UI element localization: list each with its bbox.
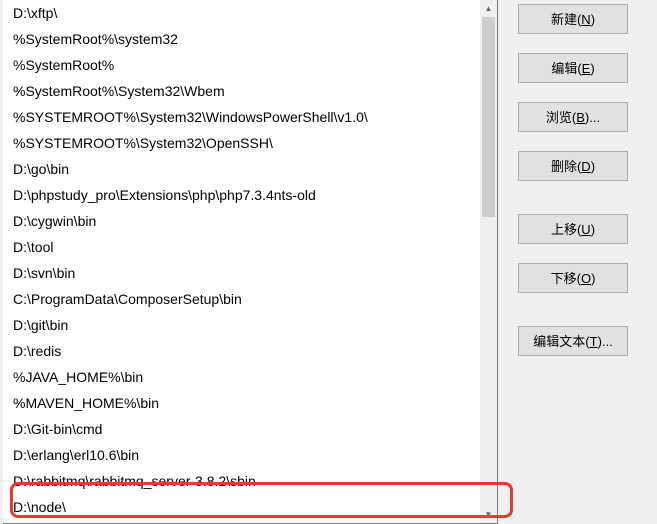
move-down-button[interactable]: 下移(O) [518, 263, 628, 293]
path-list-item[interactable]: D:\git\bin [3, 312, 480, 338]
scroll-up-button[interactable]: ▲ [480, 0, 497, 17]
path-list-item[interactable]: %SystemRoot% [3, 52, 480, 78]
path-list-item[interactable]: D:\xftp\ [3, 0, 480, 26]
vertical-scrollbar[interactable]: ▲ ▼ [480, 0, 497, 523]
path-list-item[interactable]: %SYSTEMROOT%\System32\OpenSSH\ [3, 130, 480, 156]
scroll-thumb[interactable] [482, 17, 495, 217]
path-list-item[interactable]: %SystemRoot%\System32\Wbem [3, 78, 480, 104]
move-up-button[interactable]: 上移(U) [518, 214, 628, 244]
path-list-item[interactable]: D:\cygwin\bin [3, 208, 480, 234]
path-list-item[interactable]: D:\tool [3, 234, 480, 260]
button-panel: 新建(N) 编辑(E) 浏览(B)... 删除(D) 上移(U) 下移(O) 编… [498, 0, 657, 524]
browse-button[interactable]: 浏览(B)... [518, 102, 628, 132]
edit-button[interactable]: 编辑(E) [518, 53, 628, 83]
scroll-down-button[interactable]: ▼ [480, 506, 497, 523]
path-list-item[interactable]: D:\data\swoole_4.5.0-alpha_05933c46_x86-… [3, 520, 480, 523]
edit-text-button[interactable]: 编辑文本(T)... [518, 326, 628, 356]
path-list-item[interactable]: D:\go\bin [3, 156, 480, 182]
path-listbox[interactable]: D:\xftp\%SystemRoot%\system32%SystemRoot… [3, 0, 498, 524]
path-list-item[interactable]: D:\svn\bin [3, 260, 480, 286]
path-list-item[interactable]: D:\phpstudy_pro\Extensions\php\php7.3.4n… [3, 182, 480, 208]
path-list-item[interactable]: C:\ProgramData\ComposerSetup\bin [3, 286, 480, 312]
path-list-item[interactable]: D:\node\ [3, 494, 480, 520]
path-list-item[interactable]: %JAVA_HOME%\bin [3, 364, 480, 390]
path-list-item[interactable]: %SystemRoot%\system32 [3, 26, 480, 52]
new-button[interactable]: 新建(N) [518, 4, 628, 34]
path-list-item[interactable]: D:\erlang\erl10.6\bin [3, 442, 480, 468]
delete-button[interactable]: 删除(D) [518, 151, 628, 181]
path-list-item[interactable]: D:\rabbitmq\rabbitmq_server-3.8.2\sbin [3, 468, 480, 494]
path-list-item[interactable]: D:\redis [3, 338, 480, 364]
path-list-item[interactable]: %SYSTEMROOT%\System32\WindowsPowerShell\… [3, 104, 480, 130]
path-list-item[interactable]: D:\Git-bin\cmd [3, 416, 480, 442]
path-list-item[interactable]: %MAVEN_HOME%\bin [3, 390, 480, 416]
